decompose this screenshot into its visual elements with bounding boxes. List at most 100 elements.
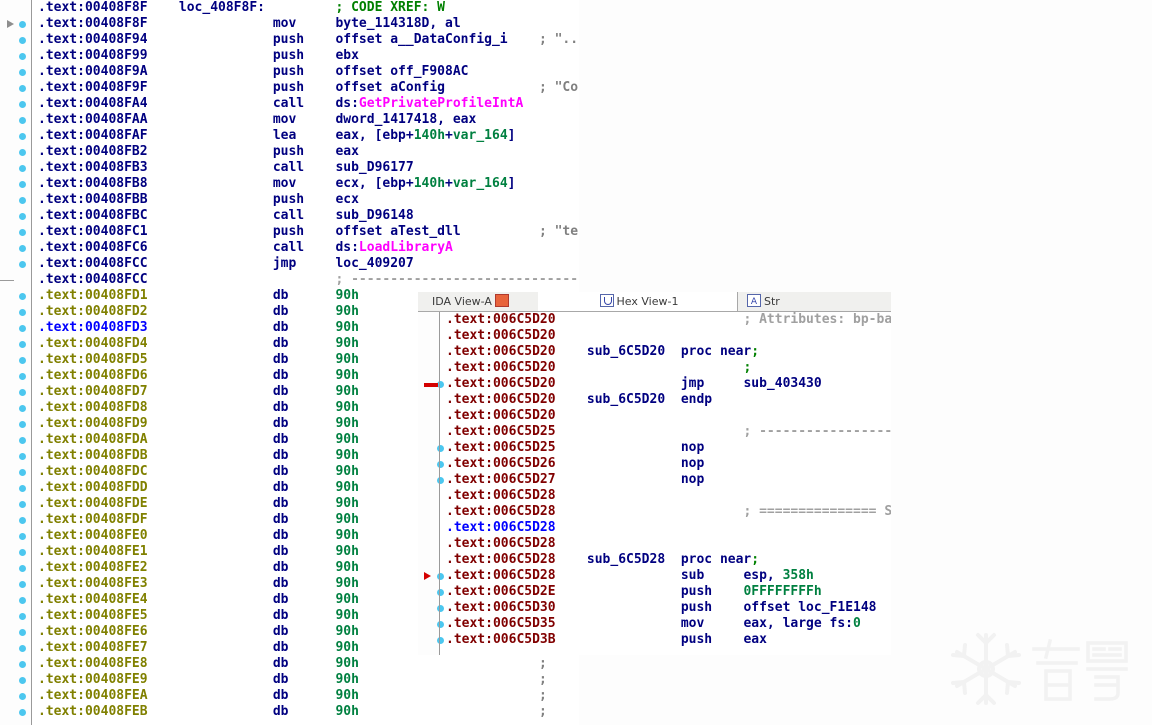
code-line[interactable]: .text:006C5D35 mov eax, large fs:0	[446, 616, 891, 632]
code-line[interactable]: .text:00408FC1 push offset aTest_dll ; "…	[38, 224, 579, 240]
blue-window-icon[interactable]	[599, 294, 614, 307]
code-line[interactable]: .text:006C5D28	[446, 488, 891, 504]
code-line[interactable]: .text:00408F8F mov byte_114318D, al	[38, 16, 579, 32]
line-label-spacer	[179, 368, 273, 383]
line-label-spacer	[179, 240, 273, 255]
tab-str[interactable]: Str	[738, 292, 798, 311]
line-mnemonic: push	[680, 600, 744, 615]
code-line[interactable]: .text:006C5D20	[446, 328, 891, 344]
line-address: .text:00408FD6	[38, 368, 179, 383]
line-operand: eax	[743, 632, 767, 647]
line-label-spacer	[179, 192, 273, 207]
code-line[interactable]: .text:006C5D3B push eax	[446, 632, 891, 648]
code-line[interactable]: .text:00408FBC call sub_D96148	[38, 208, 579, 224]
code-line[interactable]: .text:006C5D27 nop	[446, 472, 891, 488]
code-line[interactable]: .text:006C5D20 jmp sub_403430	[446, 376, 891, 392]
line-mnemonic: call	[272, 96, 336, 111]
line-mnemonic-spacer	[681, 312, 744, 327]
code-line[interactable]: .text:00408FEA db 90h ;	[38, 688, 579, 704]
line-operand: 90h	[335, 320, 359, 335]
line-address: .text:00408FCC	[38, 256, 179, 271]
code-area-floating[interactable]: .text:006C5D20 ; Attributes: bp-based fr…	[418, 312, 891, 655]
code-line[interactable]: .text:00408FC6 call ds:LoadLibraryA	[38, 240, 579, 256]
code-line[interactable]: .text:00408FE8 db 90h ;	[38, 656, 579, 672]
code-line[interactable]: .text:006C5D25 ; -----------------------…	[446, 424, 891, 440]
letter-a-icon[interactable]	[747, 293, 761, 311]
code-line[interactable]: .text:006C5D2E push 0FFFFFFFFh	[446, 584, 891, 600]
line-label-spacer	[179, 32, 273, 47]
line-operand: ecx	[335, 192, 359, 207]
line-operand: offset aTest_dll	[335, 224, 461, 239]
line-address: .text:006C5D28	[446, 552, 587, 567]
line-mnemonic: mov	[680, 616, 744, 631]
code-line[interactable]: .text:00408FCC ; -----------------------…	[38, 272, 579, 288]
code-line[interactable]: .text:006C5D28	[446, 520, 891, 536]
line-operand: esp,	[743, 568, 783, 583]
line-label-spacer	[179, 272, 273, 287]
line-label-spacer	[179, 208, 273, 223]
code-line[interactable]: .text:006C5D20 sub_6C5D20 proc near;	[446, 344, 891, 360]
line-label: loc_408F8F:	[178, 0, 273, 15]
line-label-spacer	[179, 656, 273, 671]
code-line[interactable]: .text:006C5D30 push offset loc_F1E148	[446, 600, 891, 616]
line-mnemonic: push	[680, 632, 744, 647]
line-label-spacer	[179, 608, 273, 623]
line-address: .text:00408FA4	[38, 96, 179, 111]
code-line[interactable]: .text:00408FB2 push eax	[38, 144, 579, 160]
line-label-spacer	[179, 320, 273, 335]
code-lines-floating[interactable]: .text:006C5D20 ; Attributes: bp-based fr…	[418, 312, 891, 655]
line-label-spacer	[179, 48, 273, 63]
code-line[interactable]: .text:00408FAF lea eax, [ebp+140h+var_16…	[38, 128, 579, 144]
tabbar-floating[interactable]: IDA View-A Hex View-1 Str	[418, 292, 891, 312]
line-mnemonic: push	[680, 584, 744, 599]
line-label: sub_6C5D20	[586, 344, 681, 359]
code-line[interactable]: .text:00408FB8 mov ecx, [ebp+140h+var_16…	[38, 176, 579, 192]
code-line[interactable]: .text:00408FAA mov dword_1417418, eax	[38, 112, 579, 128]
line-label-spacer	[179, 384, 273, 399]
line-mnemonic-spacer	[681, 360, 744, 375]
code-line[interactable]: .text:00408F8F loc_408F8F: ; CODE XREF: …	[38, 0, 579, 16]
line-label-spacer	[179, 352, 273, 367]
tab-ida-view-a[interactable]: IDA View-A	[418, 292, 538, 311]
line-operand: 0	[853, 616, 861, 631]
code-line[interactable]: .text:006C5D28 sub_6C5D28 proc near;	[446, 552, 891, 568]
code-line[interactable]: .text:00408FEB db 90h ;	[38, 704, 579, 720]
code-line[interactable]: .text:00408FA4 call ds:GetPrivateProfile…	[38, 96, 579, 112]
line-address: .text:00408FE0	[38, 528, 179, 543]
code-line[interactable]: .text:006C5D20 ;	[446, 360, 891, 376]
code-line[interactable]: .text:00408F99 push ebx	[38, 48, 579, 64]
line-mnemonic: db	[272, 704, 336, 719]
line-address: .text:00408FE1	[38, 544, 179, 559]
code-line[interactable]: .text:006C5D20	[446, 408, 891, 424]
code-line[interactable]: .text:00408FCC jmp loc_409207	[38, 256, 579, 272]
code-line[interactable]: .text:00408FBB push ecx	[38, 192, 579, 208]
code-line[interactable]: .text:00408FB3 call sub_D96177	[38, 160, 579, 176]
code-line[interactable]: .text:006C5D28 sub esp, 358h	[446, 568, 891, 584]
code-line[interactable]: .text:006C5D28	[446, 536, 891, 552]
disassembly-window-floating[interactable]: IDA View-A Hex View-1 Str .text:006C5D20 ;…	[418, 292, 891, 655]
code-line[interactable]: .text:006C5D28 ; =============== S U B R…	[446, 504, 891, 520]
line-comment: ; --------------------------------------…	[743, 424, 891, 439]
line-address: .text:00408FDC	[38, 464, 179, 479]
code-line[interactable]: .text:006C5D20 sub_6C5D20 endp	[446, 392, 891, 408]
code-line[interactable]: .text:00408F94 push offset a__DataConfig…	[38, 32, 579, 48]
line-operand: 0FFFFFFFFh	[743, 584, 822, 599]
line-label-spacer	[179, 336, 273, 351]
code-line[interactable]: .text:006C5D20 ; Attributes: bp-based fr…	[446, 312, 891, 328]
code-line[interactable]: .text:00408F9F push offset aConfig ; "Co…	[38, 80, 579, 96]
line-comment: ;	[751, 344, 760, 359]
line-address: .text:00408FE9	[38, 672, 179, 687]
line-mnemonic: db	[272, 496, 336, 511]
red-window-icon[interactable]	[494, 294, 509, 307]
line-label-spacer	[179, 304, 273, 319]
code-line[interactable]: .text:00408F9A push offset off_F908AC	[38, 64, 579, 80]
line-address: .text:00408FD7	[38, 384, 179, 399]
code-line[interactable]: .text:006C5D26 nop	[446, 456, 891, 472]
tab-label: Str	[764, 295, 780, 308]
line-mnemonic-spacer	[273, 272, 336, 287]
code-line[interactable]: .text:00408FE9 db 90h ;	[38, 672, 579, 688]
tab-hex-view-1[interactable]: Hex View-1	[538, 292, 738, 311]
code-line[interactable]: .text:006C5D25 nop	[446, 440, 891, 456]
line-label-spacer	[179, 576, 273, 591]
line-address: .text:00408FC6	[38, 240, 179, 255]
